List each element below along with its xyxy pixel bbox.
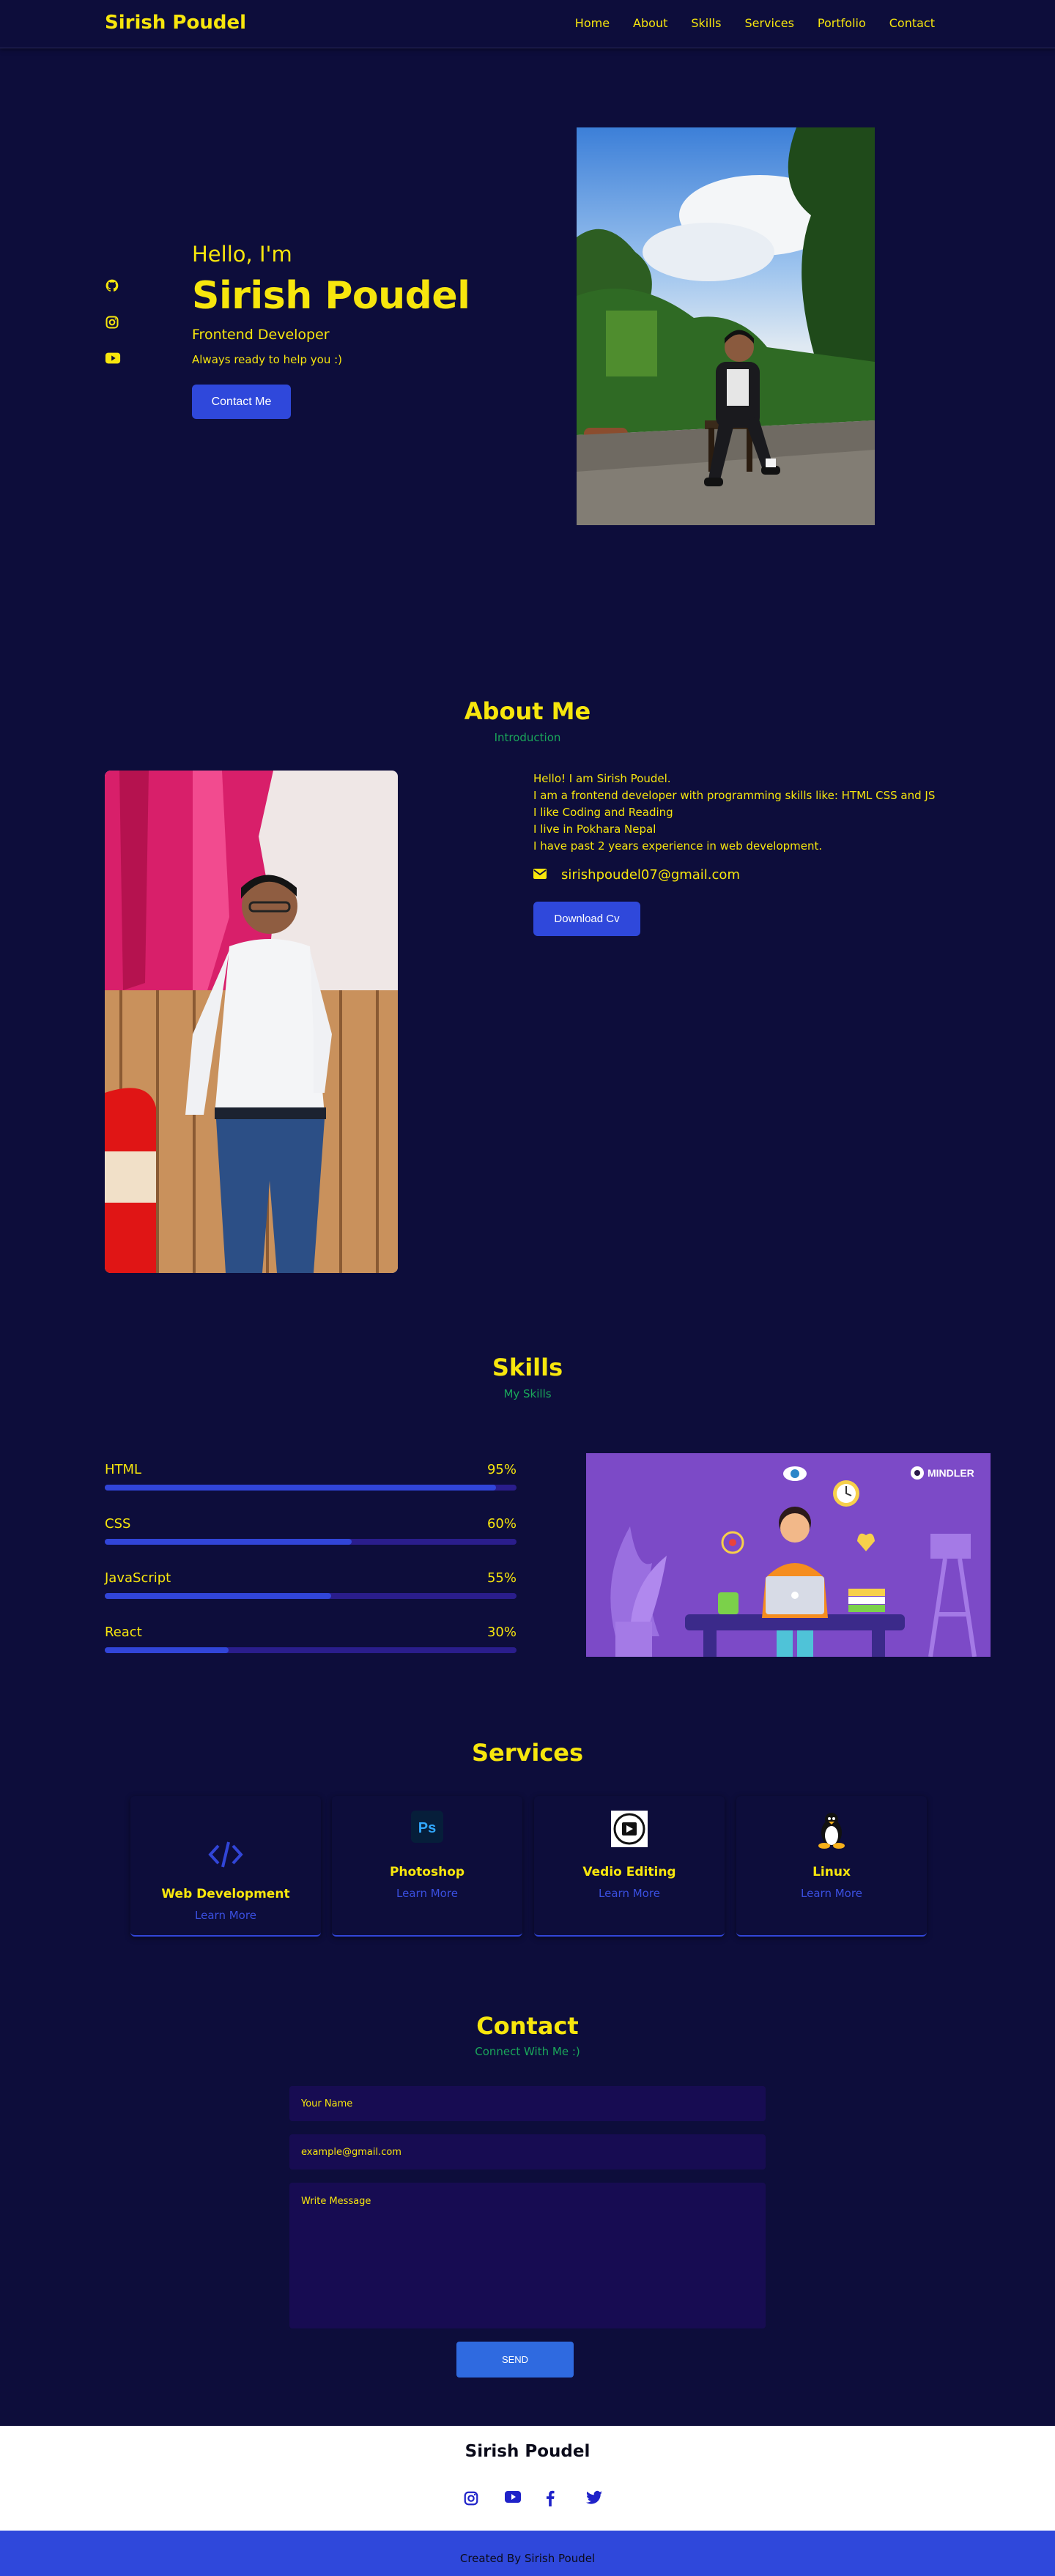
about-line: I have past 2 years experience in web de…	[533, 839, 823, 853]
hero-role: Frontend Developer	[192, 327, 330, 343]
skill-bar	[105, 1647, 517, 1653]
github-icon[interactable]	[105, 278, 121, 292]
skill-name: HTML	[105, 1462, 142, 1477]
send-button[interactable]: SEND	[456, 2342, 574, 2378]
email-address[interactable]: sirishpoudel07@gmail.com	[561, 867, 740, 883]
site-header: Sirish Poudel Home About Skills Services…	[0, 0, 1055, 48]
skill-css: CSS 60%	[105, 1516, 517, 1545]
photoshop-icon: Ps	[332, 1811, 522, 1843]
footer: Sirish Poudel	[0, 2426, 1055, 2531]
skills-title: Skills	[492, 1354, 563, 1381]
contact-subtitle: Connect With Me :)	[475, 2045, 580, 2058]
service-card-photoshop: Ps Photoshop Learn More	[332, 1796, 522, 1937]
skill-percent: 55%	[486, 1570, 517, 1586]
video-editing-icon	[534, 1811, 725, 1847]
youtube-icon[interactable]	[105, 352, 121, 365]
nav-skills[interactable]: Skills	[691, 16, 721, 30]
facebook-icon[interactable]	[545, 2490, 561, 2506]
about-description: Hello! I am Sirish Poudel. I am a fronte…	[533, 771, 935, 855]
skill-bar	[105, 1485, 517, 1491]
skill-html: HTML 95%	[105, 1462, 517, 1491]
main-nav: Home About Skills Services Portfolio Con…	[575, 16, 935, 30]
skill-bar-fill	[105, 1593, 332, 1599]
email-input[interactable]	[289, 2134, 766, 2169]
skills-illustration: MINDLER	[586, 1453, 991, 1657]
skills-subtitle: My Skills	[503, 1387, 552, 1400]
name-input[interactable]	[289, 2086, 766, 2121]
contact-me-button[interactable]: Contact Me	[192, 385, 291, 419]
instagram-icon[interactable]	[463, 2490, 479, 2506]
brand-logo[interactable]: Sirish Poudel	[105, 12, 246, 34]
skill-name: JavaScript	[105, 1570, 171, 1586]
skill-react: React 30%	[105, 1625, 517, 1653]
service-title: Web Development	[161, 1887, 290, 1901]
service-card-linux: Linux Learn More	[736, 1796, 927, 1937]
service-title: Photoshop	[389, 1865, 465, 1879]
nav-portfolio[interactable]: Portfolio	[818, 16, 866, 30]
nav-about[interactable]: About	[633, 16, 667, 30]
nav-contact[interactable]: Contact	[889, 16, 935, 30]
learn-more-link[interactable]: Learn More	[332, 1887, 522, 1900]
hero-name: Sirish Poudel	[192, 274, 470, 318]
contact-title: Contact	[476, 2012, 579, 2040]
footer-social-links	[463, 2490, 602, 2506]
svg-text:Ps: Ps	[418, 1820, 436, 1836]
about-line: I am a frontend developer with programmi…	[533, 789, 936, 802]
copyright-text: Created By Sirish Poudel	[459, 2552, 596, 2565]
skill-name: CSS	[105, 1516, 131, 1532]
about-email: sirishpoudel07@gmail.com	[533, 867, 740, 883]
nav-home[interactable]: Home	[575, 16, 610, 30]
skill-bar-fill	[105, 1647, 229, 1653]
mindler-logo-text: MINDLER	[928, 1467, 974, 1479]
hero-photo	[577, 127, 875, 525]
skill-bar-fill	[105, 1539, 352, 1545]
about-title: About Me	[464, 697, 591, 725]
footer-brand: Sirish Poudel	[464, 2442, 591, 2461]
instagram-icon[interactable]	[105, 315, 121, 329]
hero-social-links	[105, 278, 121, 365]
about-line: I live in Pokhara Nepal	[533, 823, 656, 836]
skill-javascript: JavaScript 55%	[105, 1570, 517, 1599]
service-title: Vedio Editing	[582, 1865, 676, 1879]
message-textarea[interactable]	[289, 2183, 766, 2328]
skill-bar-fill	[105, 1485, 496, 1491]
skill-bar	[105, 1593, 517, 1599]
about-subtitle: Introduction	[494, 731, 561, 744]
learn-more-link[interactable]: Learn More	[534, 1887, 725, 1900]
linux-icon	[736, 1811, 927, 1849]
code-icon	[130, 1840, 321, 1869]
skill-percent: 30%	[486, 1625, 517, 1640]
skill-percent: 60%	[486, 1516, 517, 1532]
about-photo	[105, 771, 398, 1273]
youtube-icon[interactable]	[504, 2490, 521, 2505]
skill-bar	[105, 1539, 517, 1545]
copyright-bar: Created By Sirish Poudel	[0, 2531, 1055, 2576]
learn-more-link[interactable]: Learn More	[130, 1909, 321, 1922]
hero-tagline: Always ready to help you :)	[192, 353, 343, 366]
nav-services[interactable]: Services	[744, 16, 793, 30]
service-card-web-development: Web Development Learn More	[130, 1796, 321, 1937]
twitter-icon[interactable]	[586, 2490, 602, 2505]
services-title: Services	[471, 1739, 584, 1767]
about-line: I like Coding and Reading	[533, 806, 673, 819]
service-card-video-editing: Vedio Editing Learn More	[534, 1796, 725, 1937]
learn-more-link[interactable]: Learn More	[736, 1887, 927, 1900]
hero-greeting: Hello, I'm	[192, 242, 292, 267]
skill-name: React	[105, 1625, 142, 1640]
skill-percent: 95%	[486, 1462, 517, 1477]
mail-icon	[533, 867, 547, 883]
about-line: Hello! I am Sirish Poudel.	[533, 772, 671, 785]
service-title: Linux	[812, 1865, 851, 1879]
download-cv-button[interactable]: Download Cv	[533, 902, 640, 936]
hero-intro: Hello, I'm Sirish Poudel Frontend Develo…	[192, 242, 470, 366]
